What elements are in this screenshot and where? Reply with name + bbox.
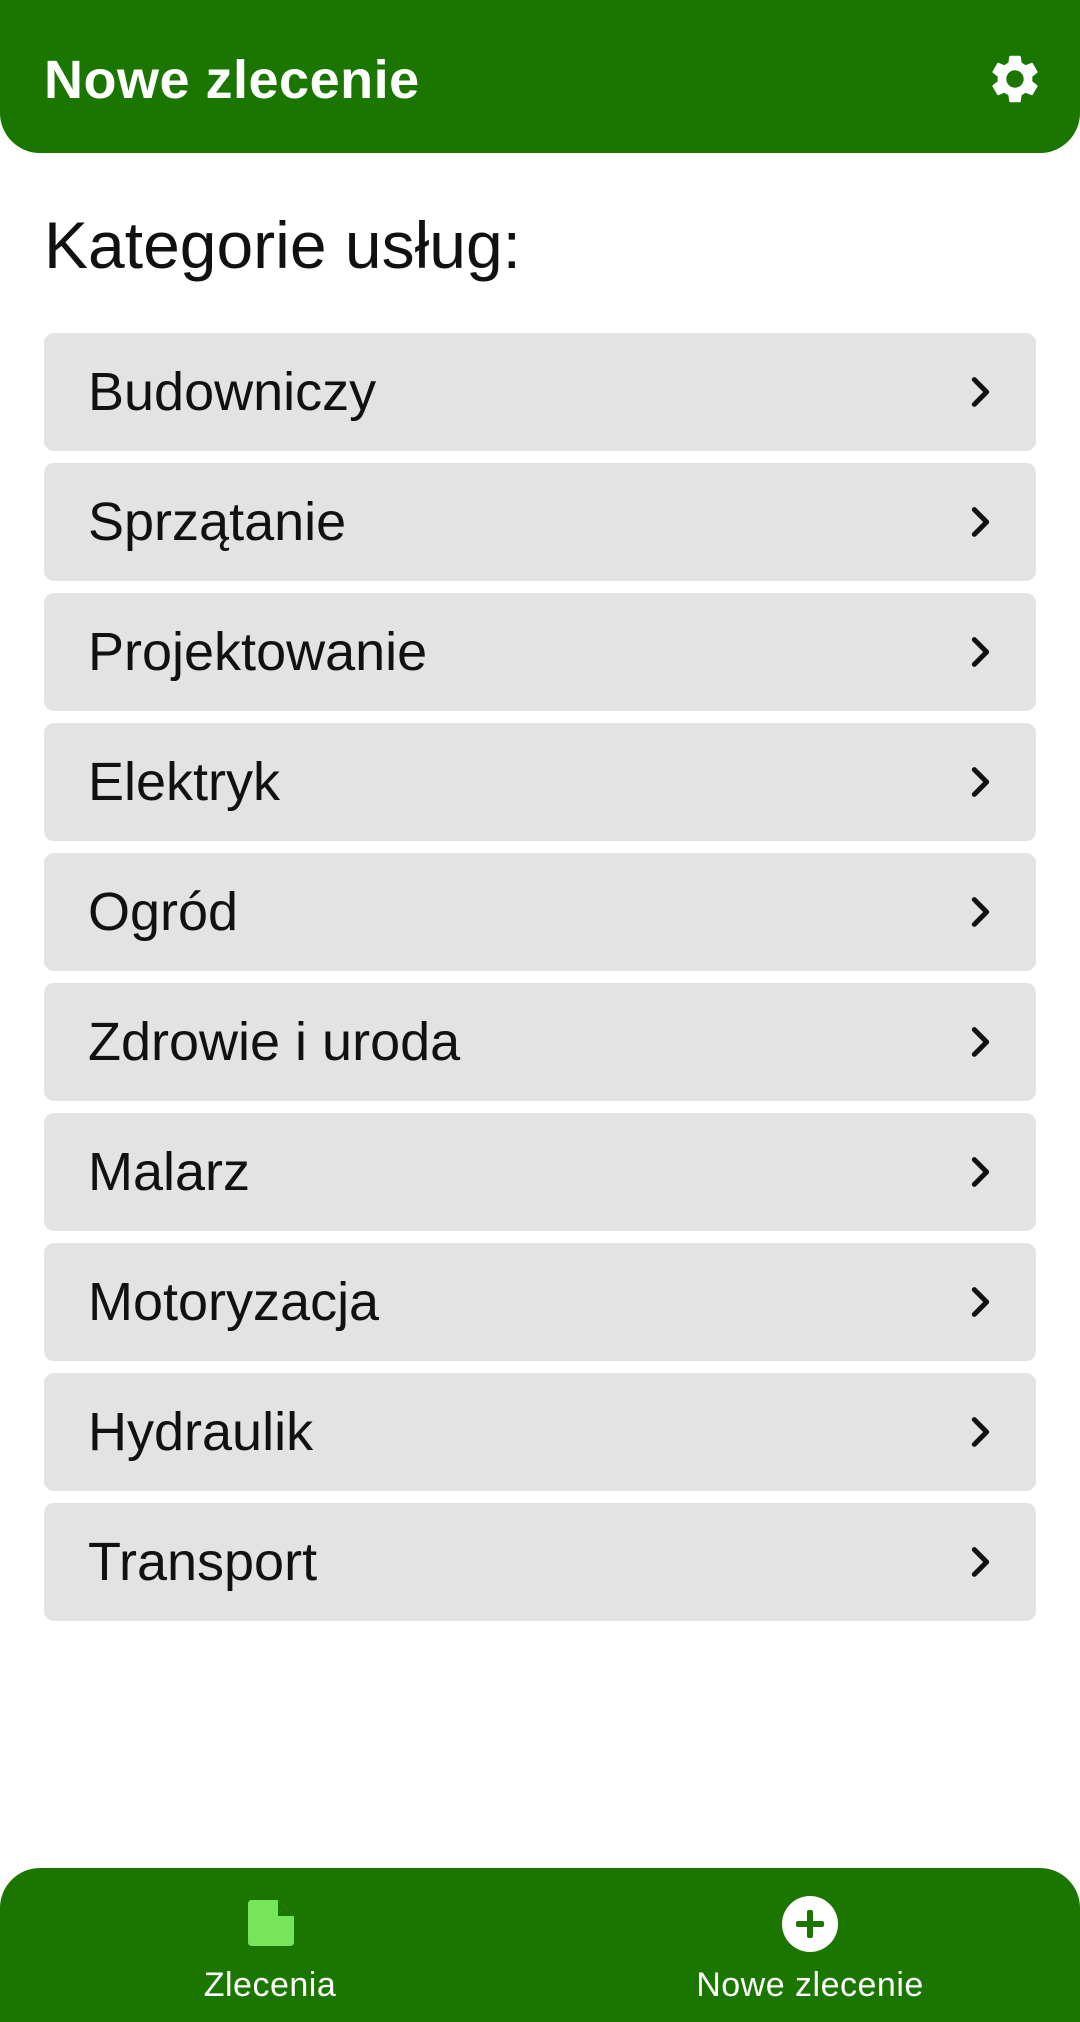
category-label: Budowniczy xyxy=(88,362,377,422)
category-label: Motoryzacja xyxy=(88,1272,380,1332)
category-item-projektowanie[interactable]: Projektowanie xyxy=(44,593,1036,711)
document-icon xyxy=(248,1900,294,1946)
chevron-right-icon xyxy=(971,1027,990,1057)
category-label: Transport xyxy=(88,1532,318,1592)
app-screen: Nowe zlecenie Kategorie usług: Budownicz… xyxy=(0,0,1080,2022)
chevron-right-icon xyxy=(971,637,990,667)
add-circle-icon xyxy=(782,1896,838,1952)
category-item-budowniczy[interactable]: Budowniczy xyxy=(44,333,1036,451)
chevron-right-icon xyxy=(971,1417,990,1447)
top-app-bar: Nowe zlecenie xyxy=(0,0,1080,153)
nav-label: Nowe zlecenie xyxy=(696,1966,924,2004)
nav-item-zlecenia[interactable]: Zlecenia xyxy=(0,1868,540,2022)
category-label: Malarz xyxy=(88,1142,251,1202)
gear-icon xyxy=(992,55,1038,103)
category-item-motoryzacja[interactable]: Motoryzacja xyxy=(44,1243,1036,1361)
settings-button[interactable] xyxy=(980,44,1050,114)
category-item-transport[interactable]: Transport xyxy=(44,1503,1036,1621)
section-title: Kategorie usług: xyxy=(44,208,521,282)
category-label: Hydraulik xyxy=(88,1402,314,1462)
category-label: Ogród xyxy=(88,882,239,942)
chevron-right-icon xyxy=(971,507,990,537)
category-item-ogrod[interactable]: Ogród xyxy=(44,853,1036,971)
chevron-right-icon xyxy=(971,377,990,407)
category-item-elektryk[interactable]: Elektryk xyxy=(44,723,1036,841)
category-label: Elektryk xyxy=(88,752,281,812)
chevron-right-icon xyxy=(971,897,990,927)
nav-label: Zlecenia xyxy=(203,1966,337,2004)
category-item-zdrowie-i-uroda[interactable]: Zdrowie i uroda xyxy=(44,983,1036,1101)
chevron-right-icon xyxy=(971,1547,990,1577)
category-list: Budowniczy Sprzątanie Projektowanie Elek… xyxy=(44,333,1036,1633)
category-item-hydraulik[interactable]: Hydraulik xyxy=(44,1373,1036,1491)
page-title: Nowe zlecenie xyxy=(44,50,420,110)
category-item-malarz[interactable]: Malarz xyxy=(44,1113,1036,1231)
chevron-right-icon xyxy=(971,767,990,797)
category-label: Zdrowie i uroda xyxy=(88,1012,461,1072)
chevron-right-icon xyxy=(971,1287,990,1317)
category-label: Sprzątanie xyxy=(88,492,347,552)
chevron-right-icon xyxy=(971,1157,990,1187)
category-item-sprzatanie[interactable]: Sprzątanie xyxy=(44,463,1036,581)
nav-item-nowe-zlecenie[interactable]: Nowe zlecenie xyxy=(540,1868,1080,2022)
bottom-navigation: Zlecenia Nowe zlecenie xyxy=(0,1868,1080,2022)
category-label: Projektowanie xyxy=(88,622,428,682)
